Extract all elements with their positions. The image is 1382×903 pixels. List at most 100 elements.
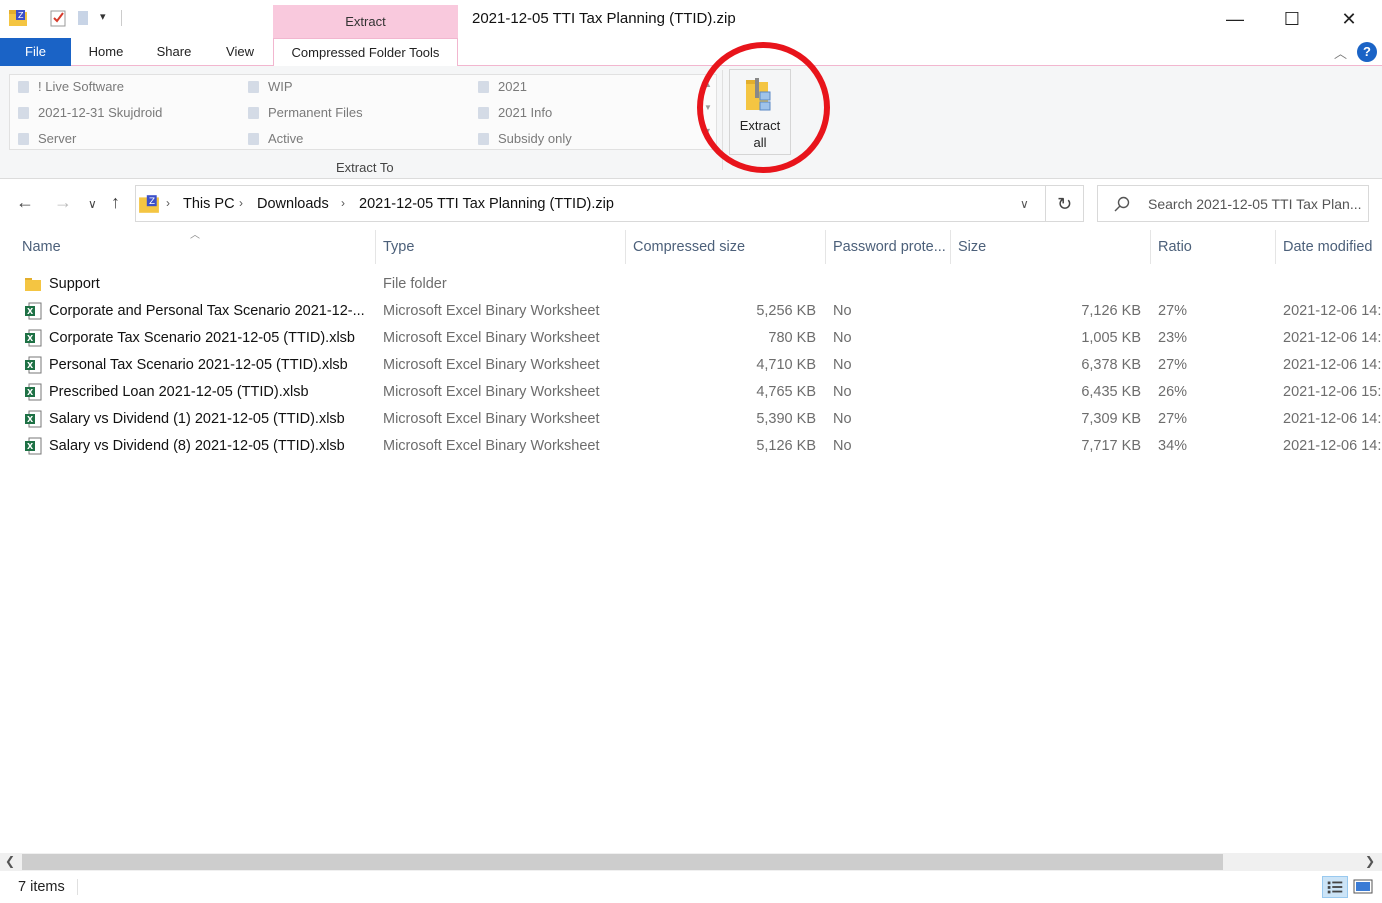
file-size: 6,435 KB: [1081, 384, 1141, 400]
file-ratio: 23%: [1158, 330, 1188, 346]
close-button[interactable]: ✕: [1320, 0, 1378, 38]
file-type: Microsoft Excel Binary Worksheet: [383, 384, 600, 400]
folder-icon: [18, 81, 29, 93]
file-password-protected: No: [833, 303, 852, 319]
tab-compressed-folder-tools[interactable]: Compressed Folder Tools: [273, 38, 458, 67]
address-bar[interactable]: Z › This PC › Downloads › 2021-12-05 TTI…: [135, 185, 1046, 222]
file-ratio: 27%: [1158, 411, 1188, 427]
file-date-modified: 2021-12-06 15:: [1283, 384, 1382, 400]
gallery-item[interactable]: Active: [244, 128, 303, 150]
file-date-modified: 2021-12-06 14:: [1283, 357, 1382, 373]
scroll-left-icon[interactable]: ❮: [5, 854, 15, 868]
recent-locations-chevron-icon[interactable]: ∨: [88, 197, 97, 211]
table-row[interactable]: X Salary vs Dividend (1) 2021-12-05 (TTID…: [0, 406, 1382, 433]
svg-text:Z: Z: [149, 197, 155, 207]
file-compressed-size: 5,126 KB: [756, 438, 816, 454]
file-ratio: 34%: [1158, 438, 1188, 454]
tab-file[interactable]: File: [0, 38, 71, 66]
address-dropdown-icon[interactable]: ∨: [1020, 197, 1029, 211]
gallery-item[interactable]: Permanent Files: [244, 102, 363, 124]
search-input[interactable]: Search 2021-12-05 TTI Tax Plan...: [1097, 185, 1369, 222]
properties-icon[interactable]: [48, 8, 68, 28]
folder-icon: [248, 81, 259, 93]
file-type: Microsoft Excel Binary Worksheet: [383, 303, 600, 319]
file-compressed-size: 4,765 KB: [756, 384, 816, 400]
file-size: 6,378 KB: [1081, 357, 1141, 373]
forward-arrow-icon[interactable]: →: [54, 192, 72, 213]
breadcrumb-zip[interactable]: 2021-12-05 TTI Tax Planning (TTID).zip: [359, 196, 614, 212]
breadcrumb-downloads[interactable]: Downloads: [257, 196, 329, 212]
folder-icon: [25, 278, 41, 291]
ribbon-tabs: File Home Share View Compressed Folder T…: [0, 38, 1382, 67]
file-name: Prescribed Loan 2021-12-05 (TTID).xlsb: [49, 384, 309, 400]
excel-file-icon: X: [25, 302, 42, 320]
file-compressed-size: [630, 271, 816, 298]
file-size: 7,309 KB: [1081, 411, 1141, 427]
gallery-item[interactable]: 2021 Info: [474, 102, 552, 124]
search-icon: [1114, 196, 1130, 212]
window-title: 2021-12-05 TTI Tax Planning (TTID).zip: [472, 10, 736, 27]
tab-home[interactable]: Home: [78, 38, 134, 66]
svg-text:X: X: [27, 307, 34, 316]
horizontal-scrollbar[interactable]: ❮ ❯: [0, 853, 1382, 871]
folder-icon: [478, 133, 489, 145]
table-row[interactable]: X Corporate Tax Scenario 2021-12-05 (TTID…: [0, 325, 1382, 352]
scroll-right-icon[interactable]: ❯: [1365, 854, 1375, 868]
tab-view[interactable]: View: [214, 38, 266, 66]
table-row[interactable]: X Corporate and Personal Tax Scenario 202…: [0, 298, 1382, 325]
new-folder-icon[interactable]: [74, 8, 94, 28]
breadcrumb-chevron-icon[interactable]: ›: [341, 196, 345, 210]
tab-share[interactable]: Share: [146, 38, 202, 66]
table-row[interactable]: Support File folder: [0, 271, 1382, 298]
breadcrumb-chevron-icon[interactable]: ›: [166, 196, 170, 210]
up-arrow-icon[interactable]: ↑: [111, 192, 120, 213]
table-row[interactable]: X Personal Tax Scenario 2021-12-05 (TTID)…: [0, 352, 1382, 379]
file-date-modified: 2021-12-06 14:: [1283, 303, 1382, 319]
gallery-item[interactable]: WIP: [244, 76, 293, 98]
column-size[interactable]: Size: [951, 230, 1150, 264]
refresh-icon[interactable]: ↻: [1046, 185, 1084, 222]
scrollbar-thumb[interactable]: [22, 854, 1223, 870]
gallery-item[interactable]: Server: [14, 128, 76, 150]
zip-folder-icon[interactable]: Z: [8, 8, 28, 28]
column-password-protected[interactable]: Password prote...: [826, 230, 950, 264]
file-size: 1,005 KB: [1081, 330, 1141, 346]
large-icons-view-icon[interactable]: [1350, 876, 1376, 898]
gallery-item[interactable]: 2021-12-31 Skujdroid: [14, 102, 162, 124]
column-ratio[interactable]: Ratio: [1151, 230, 1275, 264]
file-compressed-size: 5,256 KB: [756, 303, 816, 319]
column-date-modified[interactable]: Date modified: [1276, 230, 1382, 264]
customize-qat-chevron-icon[interactable]: ▾: [100, 10, 106, 23]
file-password-protected: No: [833, 411, 852, 427]
gallery-item[interactable]: 2021: [474, 76, 527, 98]
svg-text:X: X: [27, 334, 34, 343]
file-ratio: 26%: [1158, 384, 1188, 400]
gallery-item[interactable]: Subsidy only: [474, 128, 572, 150]
column-type[interactable]: Type: [376, 230, 625, 264]
minimize-button[interactable]: —: [1206, 0, 1264, 38]
column-compressed-size[interactable]: Compressed size: [626, 230, 825, 264]
breadcrumb-this-pc[interactable]: This PC: [183, 196, 235, 212]
extract-to-gallery: ! Live Software WIP 2021 2021-12-31 Skuj…: [9, 74, 717, 150]
status-bar: 7 items: [0, 871, 1382, 903]
maximize-button[interactable]: ☐: [1263, 0, 1321, 38]
excel-file-icon: X: [25, 383, 42, 401]
file-name: Salary vs Dividend (8) 2021-12-05 (TTID)…: [49, 438, 345, 454]
file-password-protected: No: [833, 357, 852, 373]
table-row[interactable]: X Salary vs Dividend (8) 2021-12-05 (TTID…: [0, 433, 1382, 460]
file-size: 7,126 KB: [1081, 303, 1141, 319]
back-arrow-icon[interactable]: ←: [16, 192, 34, 213]
extract-to-group-label: Extract To: [336, 160, 394, 175]
file-date-modified: [1283, 271, 1382, 298]
qat-divider: [121, 10, 122, 26]
folder-icon: [478, 81, 489, 93]
details-view-icon[interactable]: [1322, 876, 1348, 898]
help-icon[interactable]: ?: [1357, 42, 1377, 62]
column-name[interactable]: Name: [15, 230, 375, 264]
table-row[interactable]: X Prescribed Loan 2021-12-05 (TTID).xlsb M…: [0, 379, 1382, 406]
gallery-item[interactable]: ! Live Software: [14, 76, 124, 98]
zip-folder-icon: Z: [139, 195, 159, 213]
collapse-ribbon-icon[interactable]: ︿: [1334, 43, 1347, 62]
breadcrumb-chevron-icon[interactable]: ›: [239, 196, 243, 210]
item-count: 7 items: [18, 879, 65, 895]
